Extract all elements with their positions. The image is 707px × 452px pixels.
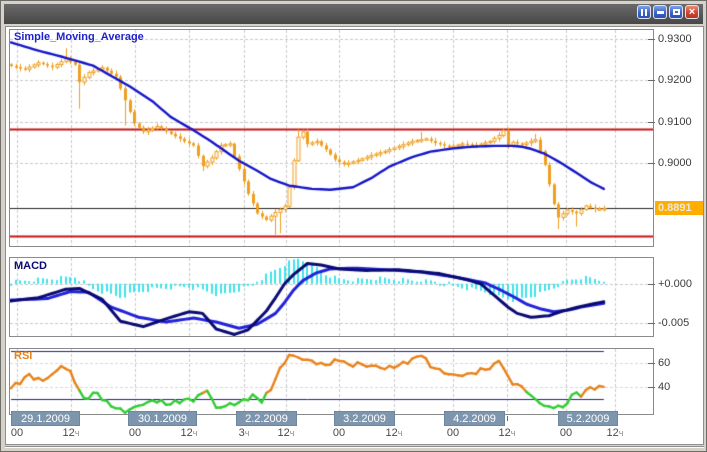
price-axis-label: 0.9000 — [658, 157, 704, 169]
current-price-tag: 0.8891 — [655, 201, 703, 215]
pause-icon — [641, 9, 647, 16]
rsi-axis-label: 60 — [658, 357, 704, 369]
price-axis-label-tick — [648, 163, 655, 164]
date-box: 4.2.2009 — [444, 411, 505, 426]
price-axis-label: 0.9300 — [658, 33, 704, 45]
price-axis-label: 0.9200 — [658, 74, 704, 86]
minimize-icon — [657, 11, 664, 14]
bottom-groove — [5, 446, 704, 448]
rsi-panel[interactable] — [9, 348, 654, 415]
macd-axis-label: +0.000 — [658, 278, 704, 290]
window-titlebar[interactable]: График EUR /GBP ЧАС — [4, 4, 703, 24]
time-axis-label: 12ч — [601, 427, 629, 439]
date-box: 29.1.2009 — [11, 411, 80, 426]
time-axis-label: 00 — [439, 427, 467, 439]
date-box: 5.2.2009 — [558, 411, 618, 426]
time-axis-label: 00 — [552, 427, 580, 439]
price-chart-panel[interactable] — [9, 29, 654, 247]
window-close-button[interactable]: × — [685, 5, 699, 19]
window-pause-button[interactable] — [637, 5, 651, 19]
rsi-axis-label-tick — [648, 387, 655, 388]
time-axis-label: 12ч — [175, 427, 203, 439]
time-axis-label: 12ч — [493, 427, 521, 439]
time-axis-label: 12ч — [380, 427, 408, 439]
time-axis-label: 12ч — [57, 427, 85, 439]
macd-panel[interactable] — [9, 257, 654, 337]
macd-label: MACD — [14, 260, 47, 272]
rsi-canvas[interactable] — [10, 349, 653, 414]
close-icon: × — [689, 7, 695, 17]
rsi-label: RSI — [14, 350, 32, 362]
date-box: 2.2.2009 — [236, 411, 297, 426]
price-axis-label-tick — [648, 80, 655, 81]
macd-axis-label: -0.005 — [658, 317, 704, 329]
window-controls: × — [637, 5, 699, 19]
price-axis-label: 0.9100 — [658, 116, 704, 128]
time-axis-label: 00 — [121, 427, 149, 439]
price-axis-label-tick — [648, 39, 655, 40]
time-axis-label: 12ч — [272, 427, 300, 439]
macd-axis-label-tick — [648, 284, 655, 285]
restore-icon — [673, 9, 680, 15]
time-axis-label: 00 — [3, 427, 31, 439]
price-axis-label-tick — [648, 122, 655, 123]
rsi-axis-label: 40 — [658, 381, 704, 393]
chart-window: График EUR /GBP ЧАС × Simple_Moving_Aver… — [0, 0, 707, 452]
price-chart-canvas[interactable] — [10, 30, 653, 246]
time-axis-label: 00 — [325, 427, 353, 439]
window-minimize-button[interactable] — [653, 5, 667, 19]
rsi-axis-label-tick — [648, 363, 655, 364]
date-box: 3.2.2009 — [334, 411, 395, 426]
macd-axis-label-tick — [648, 323, 655, 324]
sma-indicator-label: Simple_Moving_Average — [14, 31, 144, 43]
time-axis-label: 3ч — [230, 427, 258, 439]
date-box: 30.1.2009 — [128, 411, 197, 426]
time-axis-tick — [507, 416, 508, 421]
window-restore-button[interactable] — [669, 5, 683, 19]
macd-canvas[interactable] — [10, 258, 653, 336]
